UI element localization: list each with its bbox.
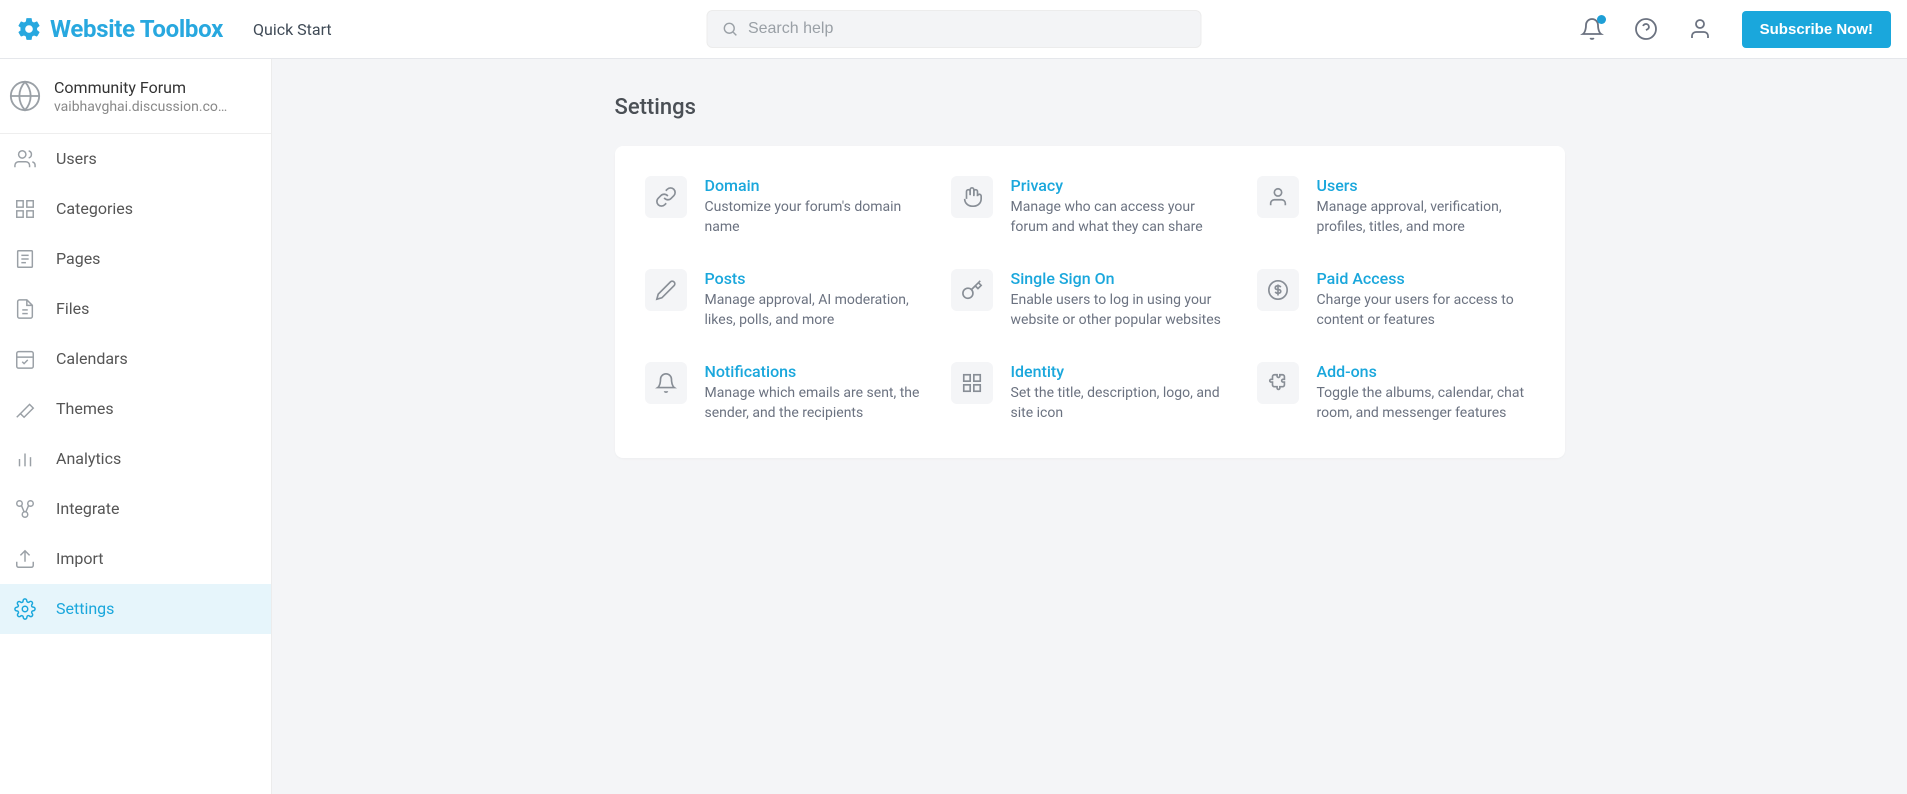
card-title[interactable]: Posts: [705, 269, 746, 288]
sidebar-item-integrate[interactable]: Integrate: [0, 484, 271, 534]
logo[interactable]: Website Toolbox: [16, 15, 223, 43]
settings-icon: [14, 598, 36, 620]
card-title[interactable]: Notifications: [705, 362, 797, 381]
bell-icon: [645, 362, 687, 404]
card-title[interactable]: Domain: [705, 176, 760, 195]
sidebar-item-pages[interactable]: Pages: [0, 234, 271, 284]
page-icon: [14, 248, 36, 270]
forum-url: vaibhavghai.discussion.co…: [54, 99, 227, 115]
sidebar-item-label: Import: [56, 549, 104, 568]
card-identity[interactable]: Identity Set the title, description, log…: [951, 362, 1229, 423]
sidebar-item-themes[interactable]: Themes: [0, 384, 271, 434]
profile-icon[interactable]: [1688, 17, 1712, 41]
grid-icon: [14, 198, 36, 220]
globe-icon: [8, 79, 42, 113]
card-title[interactable]: Single Sign On: [1011, 269, 1115, 288]
card-users[interactable]: Users Manage approval, verification, pro…: [1257, 176, 1535, 237]
card-desc: Toggle the albums, calendar, chat room, …: [1317, 384, 1535, 423]
sidebar-item-label: Calendars: [56, 349, 128, 368]
brand-text: Website Toolbox: [50, 15, 223, 43]
sidebar-item-label: Users: [56, 149, 97, 168]
card-notifications[interactable]: Notifications Manage which emails are se…: [645, 362, 923, 423]
sidebar: Community Forum vaibhavghai.discussion.c…: [0, 59, 272, 794]
search-container: [706, 10, 1201, 48]
settings-panel: Domain Customize your forum's domain nam…: [615, 146, 1565, 458]
pencil-icon: [645, 269, 687, 311]
card-desc: Set the title, description, logo, and si…: [1011, 384, 1229, 423]
card-desc: Manage who can access your forum and wha…: [1011, 198, 1229, 237]
hand-icon: [951, 176, 993, 218]
card-desc: Charge your users for access to content …: [1317, 291, 1535, 330]
search-box[interactable]: [706, 10, 1201, 48]
dollar-icon: [1257, 269, 1299, 311]
forum-name: Community Forum: [54, 77, 227, 99]
import-icon: [14, 548, 36, 570]
link-icon: [645, 176, 687, 218]
gear-logo-icon: [16, 16, 42, 42]
brush-icon: [14, 398, 36, 420]
card-title[interactable]: Privacy: [1011, 176, 1064, 195]
puzzle-icon: [1257, 362, 1299, 404]
subscribe-button[interactable]: Subscribe Now!: [1742, 11, 1891, 48]
sidebar-item-import[interactable]: Import: [0, 534, 271, 584]
integrate-icon: [14, 498, 36, 520]
sidebar-item-analytics[interactable]: Analytics: [0, 434, 271, 484]
card-domain[interactable]: Domain Customize your forum's domain nam…: [645, 176, 923, 237]
calendar-icon: [14, 348, 36, 370]
page-title: Settings: [615, 95, 1565, 120]
sidebar-item-calendars[interactable]: Calendars: [0, 334, 271, 384]
search-icon: [721, 20, 738, 38]
card-desc: Enable users to log in using your websit…: [1011, 291, 1229, 330]
forum-info[interactable]: Community Forum vaibhavghai.discussion.c…: [0, 59, 271, 134]
notification-dot: [1597, 15, 1606, 24]
card-sso[interactable]: Single Sign On Enable users to log in us…: [951, 269, 1229, 330]
card-posts[interactable]: Posts Manage approval, AI moderation, li…: [645, 269, 923, 330]
main-content: Settings Domain Customize your forum's d…: [272, 59, 1907, 794]
file-icon: [14, 298, 36, 320]
card-paid[interactable]: Paid Access Charge your users for access…: [1257, 269, 1535, 330]
header: Website Toolbox Quick Start Subscribe No…: [0, 0, 1907, 59]
sidebar-item-label: Pages: [56, 249, 100, 268]
card-title[interactable]: Add-ons: [1317, 362, 1377, 381]
sidebar-item-users[interactable]: Users: [0, 134, 271, 184]
header-right: Subscribe Now!: [1580, 11, 1891, 48]
card-title[interactable]: Users: [1317, 176, 1358, 195]
help-icon[interactable]: [1634, 17, 1658, 41]
sidebar-item-categories[interactable]: Categories: [0, 184, 271, 234]
card-desc: Customize your forum's domain name: [705, 198, 923, 237]
layout-icon: [951, 362, 993, 404]
card-title[interactable]: Identity: [1011, 362, 1065, 381]
card-addons[interactable]: Add-ons Toggle the albums, calendar, cha…: [1257, 362, 1535, 423]
card-privacy[interactable]: Privacy Manage who can access your forum…: [951, 176, 1229, 237]
search-input[interactable]: [748, 20, 1186, 38]
sidebar-item-settings[interactable]: Settings: [0, 584, 271, 634]
sidebar-item-files[interactable]: Files: [0, 284, 271, 334]
notifications-icon[interactable]: [1580, 17, 1604, 41]
card-desc: Manage approval, AI moderation, likes, p…: [705, 291, 923, 330]
sidebar-item-label: Themes: [56, 399, 114, 418]
card-desc: Manage which emails are sent, the sender…: [705, 384, 923, 423]
card-desc: Manage approval, verification, profiles,…: [1317, 198, 1535, 237]
user-icon: [1257, 176, 1299, 218]
sidebar-item-label: Categories: [56, 199, 133, 218]
sidebar-item-label: Files: [56, 299, 89, 318]
card-title[interactable]: Paid Access: [1317, 269, 1405, 288]
users-icon: [14, 148, 36, 170]
chart-icon: [14, 448, 36, 470]
sidebar-item-label: Settings: [56, 599, 114, 618]
sidebar-item-label: Analytics: [56, 449, 121, 468]
key-icon: [951, 269, 993, 311]
sidebar-item-label: Integrate: [56, 499, 119, 518]
quick-start-link[interactable]: Quick Start: [253, 20, 332, 39]
